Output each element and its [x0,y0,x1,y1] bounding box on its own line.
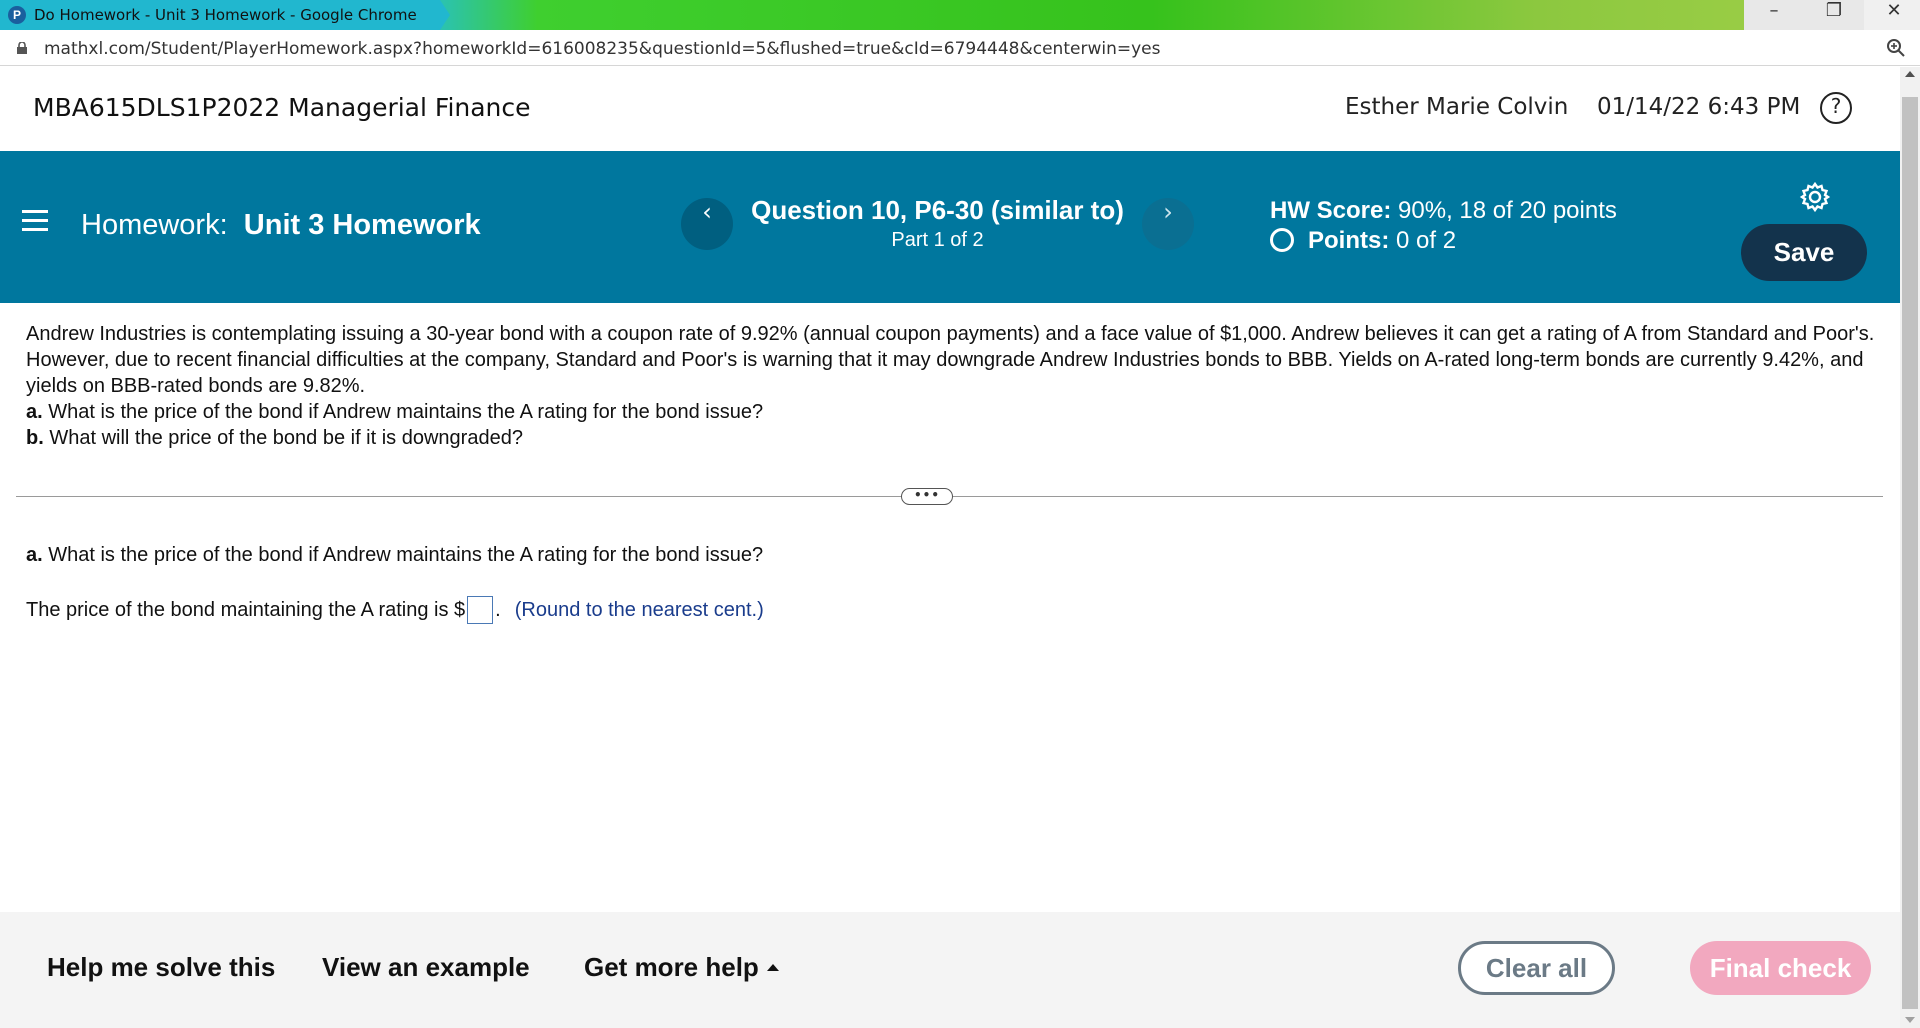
view-example-button[interactable]: View an example [322,952,530,983]
scroll-thumb[interactable] [1902,97,1918,1009]
problem-statement: Andrew Industries is contemplating issui… [26,321,1881,451]
answer-question-text: What is the price of the bond if Andrew … [48,544,764,566]
question-part: Part 1 of 2 [891,229,984,251]
homework-name: Unit 3 Homework [243,209,481,241]
homework-title: Homework: Unit 3 Homework [81,209,481,242]
rounding-hint: (Round to the nearest cent.) [514,599,764,621]
final-check-button[interactable]: Final check [1690,941,1871,995]
address-bar[interactable]: mathxl.com/Student/PlayerHomework.aspx?h… [0,30,1920,66]
previous-question-button[interactable]: ‹ [681,198,733,250]
answer-suffix: . [495,599,501,621]
homework-banner: Homework: Unit 3 Homework ‹ Question 10,… [0,151,1900,303]
answer-prefix: The price of the bond maintaining the A … [26,599,466,621]
part-b-label: b. [26,427,44,449]
scroll-up-arrow-icon[interactable] [1905,71,1915,77]
answer-question-label: a. [26,544,43,566]
maximize-button[interactable]: ❐ [1804,0,1864,30]
gear-icon[interactable] [1799,181,1831,213]
user-name: Esther Marie Colvin [1345,94,1569,120]
current-datetime: 01/14/22 6:43 PM [1597,94,1801,120]
window-title: Do Homework - Unit 3 Homework - Google C… [34,6,417,24]
bottom-toolbar: Help me solve this View an example Get m… [0,912,1900,1028]
question-title: Question 10, P6-30 (similar to) [751,195,1124,225]
part-a-prompt: a. What is the price of the bond if Andr… [26,399,1881,425]
hamburger-menu-icon[interactable] [22,210,48,232]
hw-score-value: 90%, 18 of 20 points [1398,197,1617,224]
points-label: Points: [1308,227,1390,254]
help-icon[interactable]: ? [1820,92,1852,124]
part-a-text: What is the price of the bond if Andrew … [48,401,764,423]
answer-line: The price of the bond maintaining the A … [26,596,764,624]
points-value: 0 of 2 [1396,227,1457,254]
next-question-button[interactable]: › [1142,198,1194,250]
zoom-icon[interactable] [1886,38,1906,58]
question-points: Points: 0 of 2 [1270,227,1456,255]
lock-icon [17,42,27,54]
get-more-help-label: Get more help [584,952,759,982]
close-window-button[interactable]: ✕ [1864,0,1920,30]
divider-drag-handle[interactable]: ••• [901,488,953,505]
page-scrollbar[interactable] [1900,67,1920,1028]
problem-text: Andrew Industries is contemplating issui… [26,323,1875,397]
save-button[interactable]: Save [1741,224,1867,281]
homework-prefix: Homework: [81,209,228,241]
caret-up-icon [766,964,779,971]
help-me-solve-button[interactable]: Help me solve this [47,952,275,983]
hw-score: HW Score: 90%, 18 of 20 points [1270,197,1617,225]
part-b-text: What will the price of the bond be if it… [49,427,523,449]
part-a-label: a. [26,401,43,423]
course-title: MBA615DLS1P2022 Managerial Finance [33,93,531,122]
scroll-down-arrow-icon[interactable] [1905,1017,1915,1023]
course-header: MBA615DLS1P2022 Managerial Finance Esthe… [0,67,1900,151]
url-text[interactable]: mathxl.com/Student/PlayerHomework.aspx?h… [44,39,1160,59]
browser-titlebar: P Do Homework - Unit 3 Homework - Google… [0,0,1920,30]
progress-circle-icon [1270,228,1294,252]
clear-all-button[interactable]: Clear all [1458,941,1615,995]
minimize-button[interactable]: – [1744,0,1804,30]
hw-score-label: HW Score: [1270,197,1392,224]
get-more-help-button[interactable]: Get more help [584,952,779,983]
bond-price-input[interactable] [467,596,494,624]
answer-question: a. What is the price of the bond if Andr… [26,544,763,567]
site-favicon-icon: P [8,6,26,24]
part-b-prompt: b. What will the price of the bond be if… [26,425,1881,451]
